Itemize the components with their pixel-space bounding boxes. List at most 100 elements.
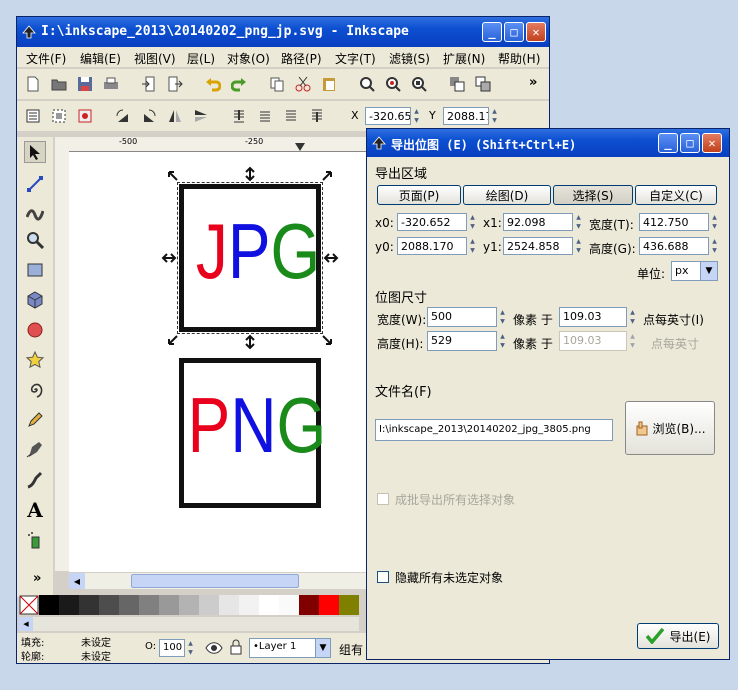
calligraphy-tool-icon[interactable] — [24, 469, 46, 491]
close-button[interactable]: ✕ — [526, 22, 546, 42]
zoom-tool-icon[interactable] — [24, 229, 46, 251]
rotate-cw-icon[interactable] — [141, 108, 157, 124]
lower-icon[interactable] — [283, 108, 299, 124]
bitmap-height-field[interactable]: 529 — [427, 331, 497, 351]
width-spinner[interactable]: ▲ ▼ — [709, 213, 720, 231]
no-paint-swatch-icon[interactable] — [19, 595, 39, 615]
height-spinner[interactable]: ▲ ▼ — [709, 237, 720, 255]
height-field[interactable]: 436.688 — [639, 237, 709, 255]
horizontal-scrollbar[interactable]: ◀ — [69, 573, 369, 589]
scroll-thumb[interactable] — [131, 574, 299, 588]
swatch[interactable] — [219, 595, 239, 615]
y1-spinner[interactable]: ▲ ▼ — [573, 237, 584, 255]
swatch[interactable] — [159, 595, 179, 615]
hide-unselected-checkbox[interactable] — [377, 571, 389, 583]
menu-edit[interactable]: 编辑(E) — [80, 50, 121, 67]
pen-tool-icon[interactable] — [24, 439, 46, 461]
opacity-spinner[interactable]: ▲ ▼ — [185, 639, 196, 657]
new-document-icon[interactable] — [25, 76, 41, 92]
export-button[interactable]: 导出(E) — [637, 623, 719, 649]
minimize-button[interactable]: _ — [482, 22, 502, 42]
duplicate-icon[interactable] — [449, 76, 465, 92]
handle-nw[interactable] — [168, 171, 178, 181]
menu-view[interactable]: 视图(V) — [134, 50, 176, 67]
eye-visibility-icon[interactable] — [205, 641, 223, 655]
x0-spinner[interactable]: ▲ ▼ — [467, 213, 478, 231]
bitmap-width-spinner[interactable]: ▲ ▼ — [497, 308, 508, 326]
redo-icon[interactable] — [231, 76, 247, 92]
paste-icon[interactable] — [321, 76, 337, 92]
zoom-page-icon[interactable] — [411, 76, 427, 92]
invert-selection-icon[interactable] — [77, 108, 93, 124]
handle-se[interactable] — [322, 335, 332, 345]
zoom-selection-icon[interactable] — [359, 76, 375, 92]
bitmap-width-field[interactable]: 500 — [427, 307, 497, 327]
browse-button[interactable]: 浏览(B)... — [625, 401, 715, 455]
rectangle-tool-icon[interactable] — [24, 259, 46, 281]
handle-e[interactable] — [323, 253, 339, 263]
menu-text[interactable]: 文字(T) — [335, 50, 376, 67]
handle-s[interactable] — [245, 334, 255, 350]
spiral-tool-icon[interactable] — [24, 379, 46, 401]
selection-handles[interactable] — [161, 166, 339, 350]
3d-box-tool-icon[interactable] — [24, 289, 46, 311]
page-area-button[interactable]: 页面(P) — [377, 185, 461, 205]
x0-field[interactable]: -320.652 — [397, 213, 467, 231]
main-title-bar[interactable]: I:\inkscape_2013\20140202_png_jp.svg - I… — [17, 17, 549, 47]
swatch[interactable] — [79, 595, 99, 615]
opacity-field[interactable]: 100 — [159, 639, 185, 657]
menu-file[interactable]: 文件(F) — [26, 50, 66, 67]
import-icon[interactable] — [141, 76, 157, 92]
dialog-maximize-button[interactable]: □ — [680, 133, 700, 153]
x1-spinner[interactable]: ▲ ▼ — [573, 213, 584, 231]
dialog-close-button[interactable]: ✕ — [702, 133, 722, 153]
swatch[interactable] — [299, 595, 319, 615]
tweak-tool-icon[interactable] — [24, 201, 46, 223]
handle-ne[interactable] — [322, 171, 332, 181]
swatch[interactable] — [119, 595, 139, 615]
flip-vertical-icon[interactable] — [193, 108, 209, 124]
custom-area-button[interactable]: 自定义(C) — [635, 185, 717, 205]
y1-field[interactable]: 2524.858 — [503, 237, 573, 255]
swatch[interactable] — [99, 595, 119, 615]
clone-icon[interactable] — [475, 76, 491, 92]
layer-select[interactable]: •Layer 1 — [249, 638, 317, 658]
rotate-ccw-icon[interactable] — [115, 108, 131, 124]
bitmap-height-spinner[interactable]: ▲ ▼ — [497, 332, 508, 350]
pencil-tool-icon[interactable] — [24, 409, 46, 431]
export-icon[interactable] — [167, 76, 183, 92]
swatch[interactable] — [139, 595, 159, 615]
toolbar-overflow-more[interactable]: » — [529, 75, 537, 90]
y-spinner[interactable]: ▲ ▼ — [489, 107, 500, 125]
open-folder-icon[interactable] — [51, 76, 67, 92]
y-coordinate-field[interactable]: 2088.17 — [443, 107, 489, 125]
node-tool-icon[interactable] — [24, 173, 46, 195]
x1-field[interactable]: 92.098 — [503, 213, 573, 231]
swatch[interactable] — [39, 595, 59, 615]
drawing-canvas[interactable]: JPG PNG — [69, 152, 369, 572]
maximize-button[interactable]: □ — [504, 22, 524, 42]
raise-to-top-icon[interactable] — [309, 108, 325, 124]
swatch[interactable] — [339, 595, 359, 615]
dpi-spinner[interactable]: ▲ ▼ — [627, 308, 638, 326]
cut-icon[interactable] — [295, 76, 311, 92]
flip-horizontal-icon[interactable] — [167, 108, 183, 124]
selection-area-button[interactable]: 选择(S) — [553, 185, 633, 205]
swatch[interactable] — [179, 595, 199, 615]
spray-tool-icon[interactable] — [24, 529, 46, 551]
palette-scroll-left-icon[interactable]: ◀ — [19, 617, 33, 631]
y0-spinner[interactable]: ▲ ▼ — [467, 237, 478, 255]
drawing-area-button[interactable]: 绘图(D) — [463, 185, 551, 205]
select-all-layers-icon[interactable] — [51, 108, 67, 124]
layer-dropdown-arrow-icon[interactable]: ▼ — [315, 638, 331, 658]
select-all-icon[interactable] — [25, 108, 41, 124]
palette-scrollbar[interactable]: ◀ — [19, 617, 359, 631]
swatch[interactable] — [319, 595, 339, 615]
png-frame[interactable]: PNG — [179, 358, 326, 508]
menu-extensions[interactable]: 扩展(N) — [443, 50, 485, 67]
width-field[interactable]: 412.750 — [639, 213, 709, 231]
undo-icon[interactable] — [205, 76, 221, 92]
lower-to-bottom-icon[interactable] — [231, 108, 247, 124]
x-coordinate-field[interactable]: -320.65 — [365, 107, 411, 125]
units-dropdown-arrow-icon[interactable]: ▼ — [700, 261, 718, 281]
